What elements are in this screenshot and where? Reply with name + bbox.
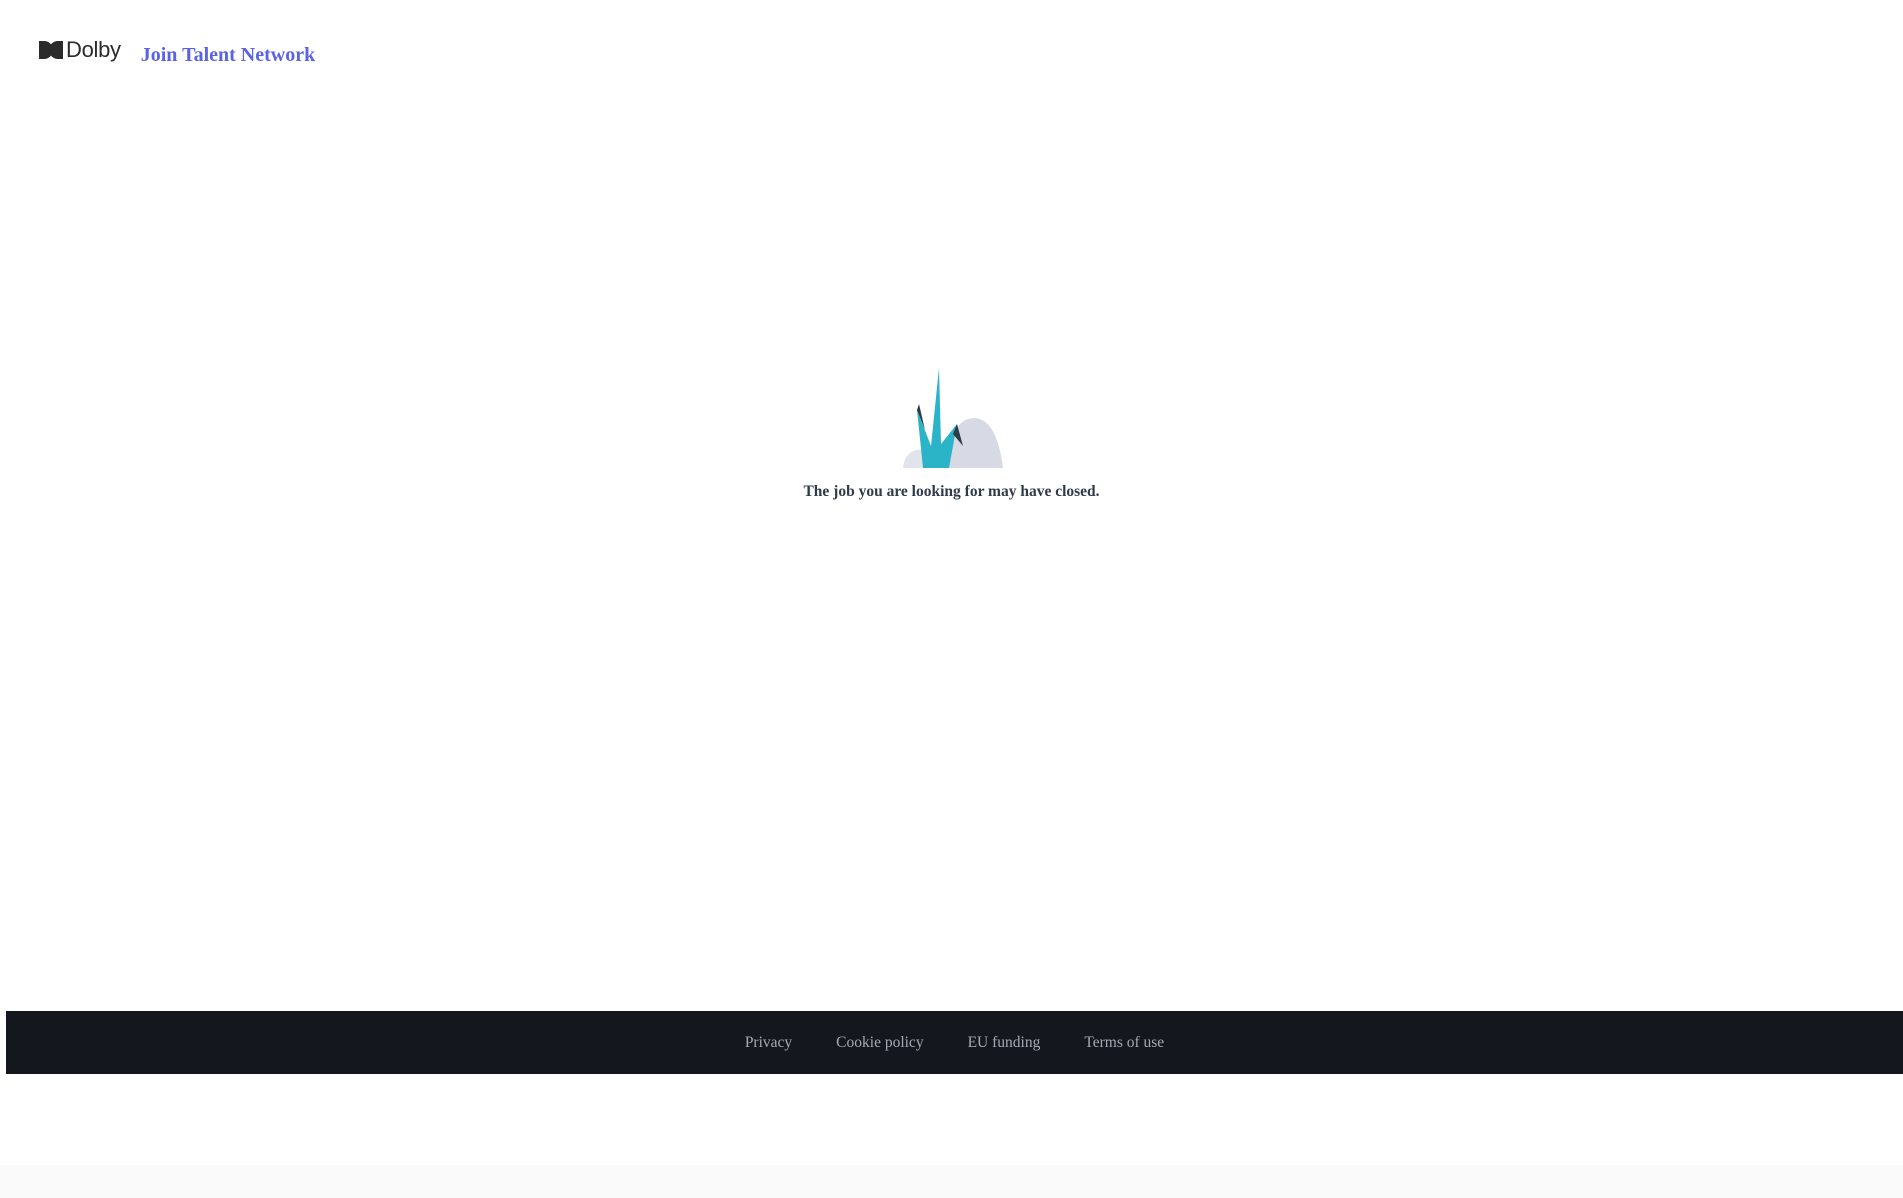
dolby-logo[interactable]: Dolby — [39, 37, 121, 63]
footer-link-cookie-policy[interactable]: Cookie policy — [836, 1034, 923, 1052]
page: Dolby Join Talent Network The job you ar… — [0, 0, 1903, 1198]
plant-rock-illustration-icon — [897, 368, 1007, 473]
footer-link-privacy[interactable]: Privacy — [745, 1034, 792, 1052]
site-header: Dolby Join Talent Network — [39, 30, 315, 70]
footer-links: Privacy Cookie policy EU funding Terms o… — [745, 1034, 1164, 1052]
footer-link-eu-funding[interactable]: EU funding — [968, 1034, 1041, 1052]
site-footer: Privacy Cookie policy EU funding Terms o… — [6, 1011, 1903, 1074]
job-closed-message: The job you are looking for may have clo… — [803, 483, 1100, 500]
dolby-logo-icon — [39, 41, 63, 59]
bottom-band — [0, 1165, 1903, 1198]
join-talent-network-link[interactable]: Join Talent Network — [141, 44, 315, 67]
logo-text: Dolby — [66, 37, 121, 62]
job-closed-section: The job you are looking for may have clo… — [0, 368, 1903, 501]
footer-link-terms-of-use[interactable]: Terms of use — [1084, 1034, 1164, 1052]
